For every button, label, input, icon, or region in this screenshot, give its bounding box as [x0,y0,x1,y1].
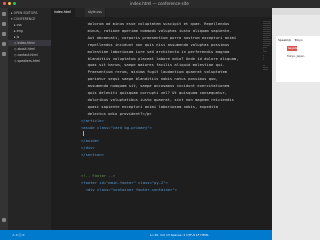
minimap-line [263,47,267,48]
code-line: quasi sapiente excepturi animi laboriosa… [83,103,218,109]
tab-index-html[interactable]: index.html [51,8,75,17]
sidebar-item-css[interactable]: ▸ css [14,23,22,27]
code-line: blanditiis voluptatum placeat labore odi… [83,55,239,61]
minimap-line [263,33,271,34]
code-line: molestiae laboriosam iure sed architecto… [83,48,230,54]
minimap-line [263,39,271,40]
minimap-line [263,37,271,38]
minimap-line [263,45,271,46]
search-icon[interactable] [2,22,6,26]
sidebar-item-open-editors[interactable]: ▸ OPEN EDITORS [11,11,38,15]
minimize-window-icon[interactable] [8,2,11,5]
minimap-line [263,43,271,44]
minimap-line [263,65,265,66]
register-button-label: Register [288,47,299,50]
preview-subtitle: Tokyo, Japan [287,54,305,58]
minimap-line [263,55,264,56]
minimap-line [263,23,271,24]
settings-gear-icon[interactable] [2,218,6,222]
minimap-line [263,41,271,42]
code-line: delectus odio provident?</p> [83,110,152,116]
source-control-icon[interactable] [2,32,6,36]
minimap-line [263,59,265,60]
code-line: minus, ratione aperiam commodi voluptas … [83,27,232,33]
extensions-icon[interactable] [2,52,6,56]
title-bar: index.html — conference-site [0,0,320,8]
status-bar: ⚠ 0 ⓧ 0 Ln 40, Col 13 Spaces: 2 UTF-8 LF… [0,230,272,240]
problems-status[interactable]: ⚠ 0 ⓧ 0 [12,233,24,237]
explorer-icon[interactable] [2,12,6,16]
sidebar-item-project[interactable]: ▾ CONFERENCE [11,17,35,21]
preview-page: SpeakUp · Tokyo Register Tokyo, Japan [276,36,320,82]
sidebar-item-index[interactable]: ◇ index.html [14,41,34,45]
minimap-line [263,29,271,30]
sidebar-item-about[interactable]: ◇ about.html [14,47,35,51]
code-line: quas sit harum, saepe maiores facilis al… [83,62,225,68]
file-explorer: ▸ OPEN EDITORS ▾ CONFERENCE ▸ css ▸ img … [8,8,51,230]
minimap-line [263,21,271,22]
code-line: </aside> [81,138,100,144]
code-line: repellendus incidunt non quis nisi assum… [83,41,230,47]
minimap-line [263,35,271,36]
code-line: <!-- Footer --> [81,172,116,178]
register-button[interactable]: Register [287,46,299,51]
minimap-line [263,69,269,70]
code-line: <footer id="main-footer" class="py-2"> [81,179,168,185]
minimap-line [263,49,265,50]
code-line: <div class="container footer-container"> [81,186,178,192]
activity-bar [0,8,8,230]
minimap-line [263,31,271,32]
text-cursor [83,131,84,137]
code-line: </article> [81,117,104,123]
minimap-line [263,67,268,68]
code-line: dolorum ad minus esse voluptatem suscipi… [83,21,230,26]
debug-icon[interactable] [2,42,6,46]
minimap-line [263,25,271,26]
minimap-line [263,57,264,58]
close-window-icon[interactable] [3,2,6,5]
sidebar-item-img[interactable]: ▸ img [14,29,23,33]
code-line: doloribus voluptatibus iusto quaerat, si… [83,96,234,102]
code-line: </div> [81,145,95,151]
sidebar-item-contact[interactable]: ◇ contact.html [14,53,38,57]
minimap-line [263,27,271,28]
code-line: <aside class="card bg-primary"> [81,124,152,130]
minimap[interactable] [262,17,272,230]
window-title: index.html — conference-site [130,1,189,6]
code-area[interactable]: dolorum ad minus esse voluptatem suscipi… [73,17,272,230]
line-number-gutter [51,17,73,230]
code-line: quis deleniti quisquam corrupti vel? Ut … [83,90,228,95]
sidebar-item-js[interactable]: ▸ js [14,35,19,39]
code-line: </section> [81,152,104,158]
preview-site-title: SpeakUp · Tokyo [278,38,303,42]
minimap-line [263,51,267,52]
cursor-position-status[interactable]: Ln 40, Col 13 Spaces: 2 UTF-8 LF HTML [150,233,209,237]
code-line: assumenda numquam sit, saepe accusamus i… [83,83,230,89]
maximize-window-icon[interactable] [13,2,16,5]
tab-bar: index.html style.css [51,8,272,17]
code-line: pariatur sequi saepe blanditiis nobis na… [83,76,218,82]
code-line: Praesentium rerum, minima fugit laudanti… [83,69,228,75]
browser-tab-strip [272,8,320,15]
code-line: Aut obcaecati, corporis praesentium porr… [83,34,237,40]
tab-style-css[interactable]: style.css [85,8,106,17]
sidebar-item-speakers[interactable]: ◇ speakers.html [14,59,40,63]
